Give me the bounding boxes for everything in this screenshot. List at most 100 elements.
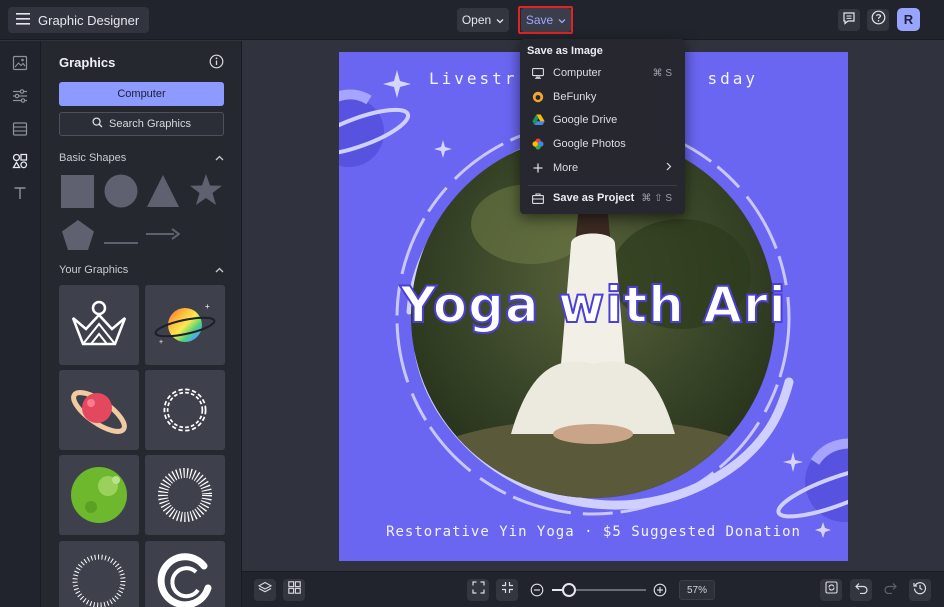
save-as-image-title: Save as Image [527,45,603,57]
basic-shapes-header[interactable]: Basic Shapes [59,152,224,164]
grid-icon [287,581,301,599]
canvas-top-text-left: Livestr [429,69,518,88]
history-icon [913,581,927,600]
graphic-dashed-circle[interactable] [59,541,139,607]
layers-icon [257,581,273,600]
panel-title: Graphics [59,55,116,70]
graphic-crown[interactable] [59,285,139,365]
collapse-icon [501,581,514,599]
save-as-project-item[interactable]: Save as Project ⌘ ⇧ S [520,187,685,209]
save-as-project-label: Save as Project [553,192,635,204]
zoom-slider[interactable] [552,583,646,597]
help-icon [871,10,886,30]
open-label: Open [461,13,492,27]
text-icon[interactable] [11,184,29,202]
user-avatar[interactable]: R [897,8,920,31]
google-photos-icon [531,137,545,151]
left-nav [0,41,41,607]
search-graphics-label: Search Graphics [109,118,191,130]
refresh-button[interactable] [820,579,842,601]
sliders-icon[interactable] [11,87,29,105]
save-to-befunky-label: BeFunky [553,91,597,103]
history-button[interactable] [909,579,931,601]
graphics-panel: Graphics Computer Search Graphics Basic … [41,41,242,607]
feedback-button[interactable] [838,9,860,31]
save-to-computer-item[interactable]: Computer ⌘ S [520,62,685,84]
more-options-item[interactable]: More [520,157,685,179]
save-to-befunky-item[interactable]: BeFunky [520,86,685,108]
save-as-project-shortcut: ⌘ ⇧ S [641,192,672,204]
graphic-green-planet[interactable] [59,455,139,535]
zoom-value[interactable]: 57% [679,580,715,600]
save-to-google-photos-label: Google Photos [553,138,626,150]
menu-divider [528,185,677,186]
chevron-up-icon [215,152,224,164]
redo-icon [883,581,897,599]
zoom-slider-thumb[interactable] [562,583,577,597]
save-to-computer-shortcut: ⌘ S [652,67,672,79]
undo-icon [854,581,868,599]
graphic-sunburst[interactable] [145,455,225,535]
redo-button[interactable] [879,579,901,601]
expand-icon [471,581,485,599]
svg-text:+: + [205,302,210,311]
chevron-down-icon [558,13,566,27]
zoom-out-icon[interactable] [530,583,544,602]
your-graphics-header[interactable]: Your Graphics [59,264,224,276]
canvas-headline[interactable]: Yoga with Ari [339,275,848,335]
briefcase-icon [531,191,545,205]
layers-button[interactable] [254,579,276,601]
upload-computer-button[interactable]: Computer [59,82,224,106]
zoom-in-icon[interactable] [653,583,667,602]
bottom-bar: 57% [242,571,944,607]
chevron-up-icon [215,264,224,276]
save-to-google-photos-item[interactable]: Google Photos [520,133,685,155]
pentagon-shape[interactable] [61,219,95,256]
circle-shape[interactable] [104,174,138,213]
more-options-label: More [553,162,579,174]
google-drive-icon [531,113,545,127]
open-button[interactable]: Open [457,8,509,32]
graphic-rainbow-planet[interactable]: + + [145,285,225,365]
save-to-computer-label: Computer [553,67,602,79]
graphics-icon[interactable] [11,152,29,170]
svg-text:+: + [159,339,163,346]
actual-size-button[interactable] [496,579,518,601]
message-icon [842,11,856,30]
star-shape[interactable] [189,173,223,212]
help-button[interactable] [867,9,889,31]
save-dropdown-menu: Save as Image Computer ⌘ S BeFunky Googl… [520,39,685,214]
arrow-shape[interactable] [146,227,181,245]
search-icon [92,117,103,131]
save-button[interactable]: Save [521,8,571,32]
basic-shapes-label: Basic Shapes [59,152,127,164]
your-graphics-label: Your Graphics [59,264,129,276]
square-shape[interactable] [61,175,94,213]
image-icon[interactable] [11,54,29,72]
line-shape[interactable] [104,232,138,250]
monitor-icon [531,66,545,80]
top-bar: Graphic Designer Open Save R [0,0,944,40]
search-graphics-button[interactable]: Search Graphics [59,112,224,136]
hamburger-icon [16,12,30,28]
info-icon[interactable] [209,54,224,69]
app-menu-button[interactable]: Graphic Designer [8,7,150,33]
save-to-google-drive-item[interactable]: Google Drive [520,109,685,131]
graphic-brush-ring[interactable] [145,541,225,607]
graphic-dotted-wreath[interactable] [145,370,225,450]
canvas-bottom-text[interactable]: Restorative Yin Yoga · $5 Suggested Dona… [339,524,848,540]
chevron-right-icon [666,162,672,174]
graphic-ringed-planet[interactable] [59,370,139,450]
save-label: Save [525,13,554,27]
plus-icon [531,161,545,175]
fit-screen-button[interactable] [467,579,489,601]
triangle-shape[interactable] [146,174,180,213]
grid-button[interactable] [283,579,305,601]
chevron-down-icon [496,13,504,27]
undo-button[interactable] [850,579,872,601]
refresh-icon [824,581,838,599]
app-title: Graphic Designer [38,12,140,28]
save-to-google-drive-label: Google Drive [553,114,618,126]
layout-icon[interactable] [11,120,29,138]
canvas-top-text-right: sday [707,69,758,88]
